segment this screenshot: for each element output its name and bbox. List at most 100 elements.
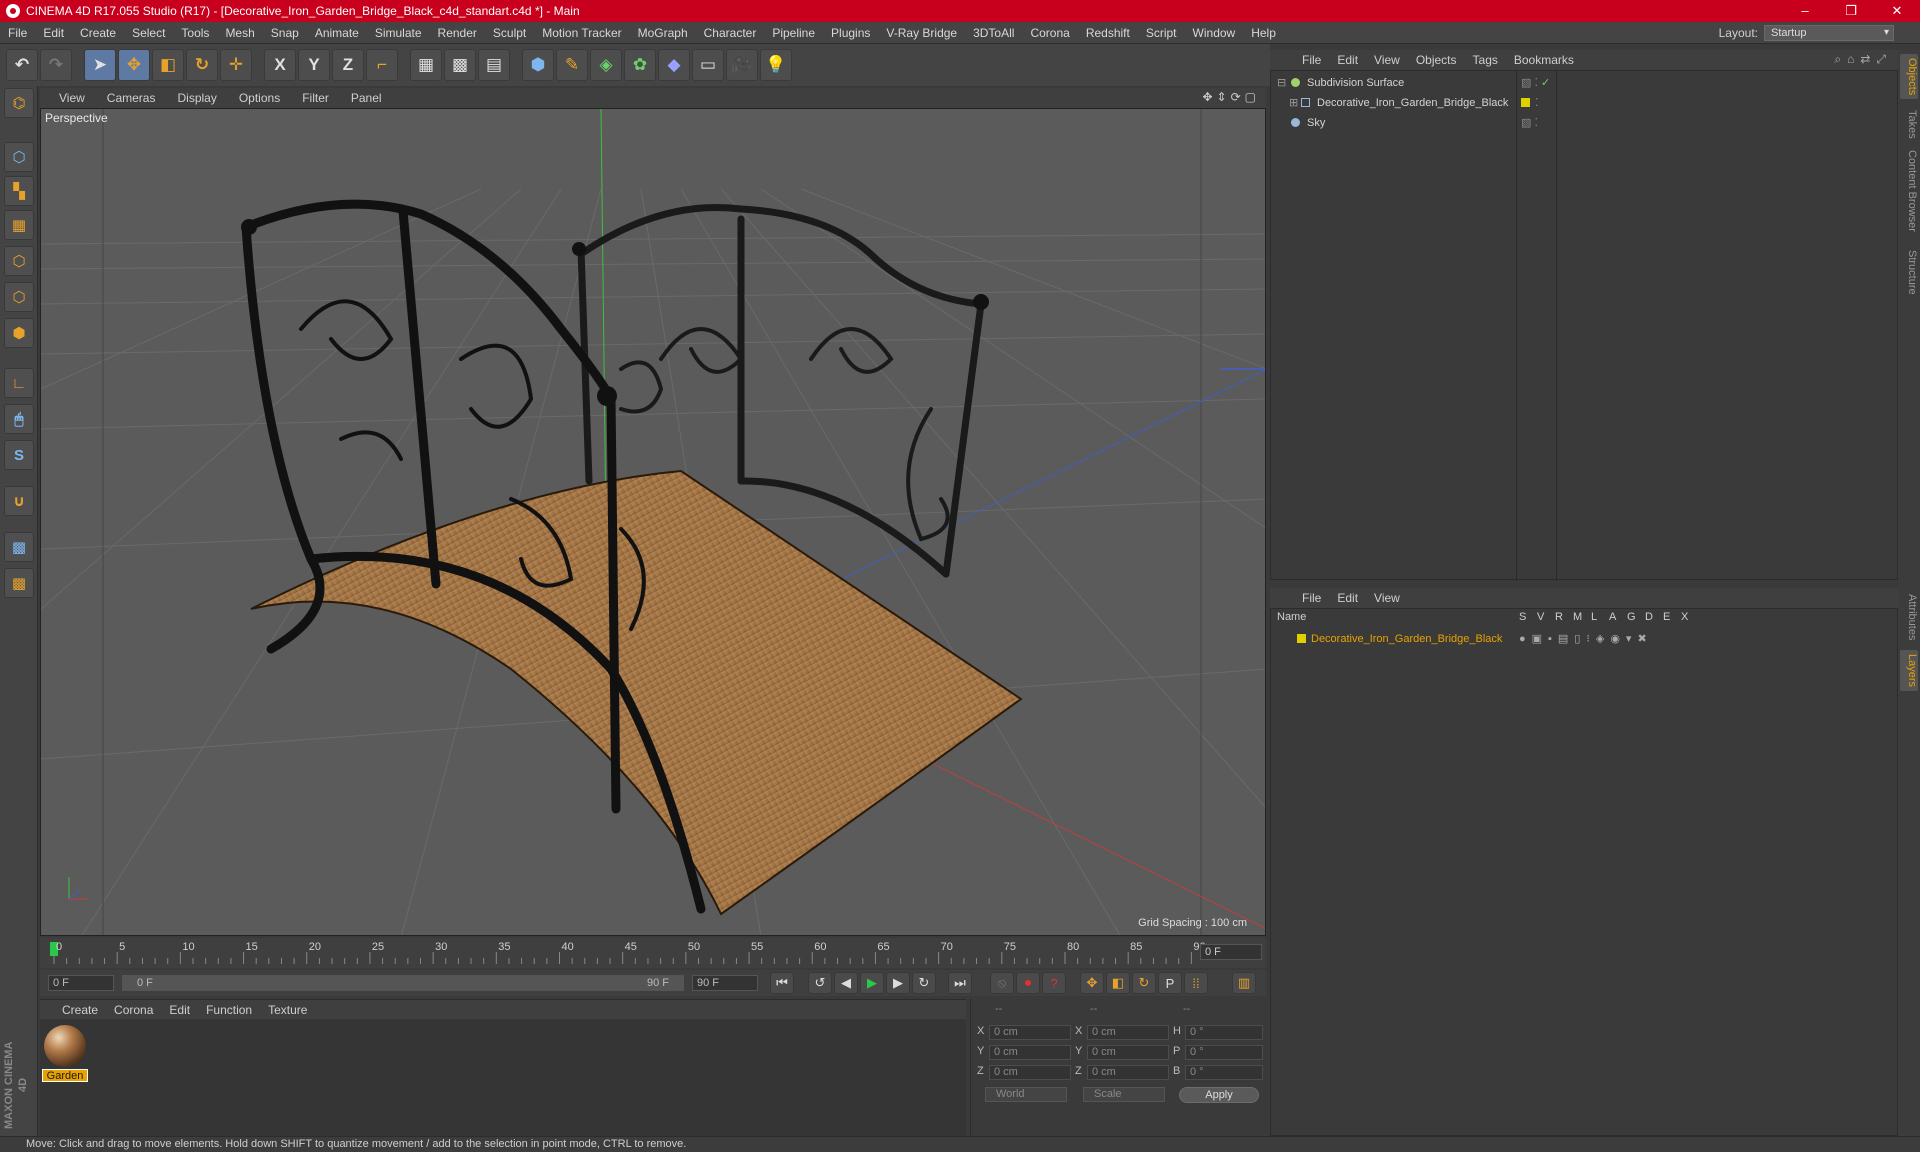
layer-menu-file[interactable]: File [1294, 591, 1329, 605]
material-menu-edit[interactable]: Edit [161, 1003, 198, 1017]
visibility-dots[interactable]: ▧ ⁚ [1521, 113, 1538, 133]
viewport-menu-panel[interactable]: Panel [340, 91, 393, 105]
menu-mesh[interactable]: Mesh [217, 22, 262, 44]
menu-pipeline[interactable]: Pipeline [764, 22, 823, 44]
material-preview-sphere[interactable] [44, 1025, 86, 1067]
key-rotation-icon[interactable]: ↻ [1132, 972, 1156, 994]
menu-corona[interactable]: Corona [1022, 22, 1077, 44]
layer-menu-view[interactable]: View [1366, 591, 1408, 605]
coordinate-system-icon[interactable]: ⌐ [366, 49, 398, 81]
menu-vray-bridge[interactable]: V-Ray Bridge [878, 22, 965, 44]
menu-tools[interactable]: Tools [173, 22, 217, 44]
next-key-icon[interactable]: ↻ [912, 972, 936, 994]
render-settings-icon[interactable]: ▤ [478, 49, 510, 81]
position-y-field[interactable]: 0 cm [989, 1045, 1071, 1060]
layer-col-generators[interactable]: G [1627, 611, 1636, 623]
material-menu-function[interactable]: Function [198, 1003, 260, 1017]
menu-animate[interactable]: Animate [307, 22, 367, 44]
tab-takes[interactable]: Takes [1900, 106, 1918, 143]
viewport-menu-options[interactable]: Options [228, 91, 291, 105]
camera-icon[interactable]: 🎥 [726, 49, 758, 81]
object-row-bridge[interactable]: ⊞ Decorative_Iron_Garden_Bridge_Black ⁚ [1271, 93, 1899, 113]
menu-redshift[interactable]: Redshift [1078, 22, 1138, 44]
tab-attributes[interactable]: Attributes [1900, 590, 1918, 644]
layer-col-deformers[interactable]: D [1645, 611, 1653, 623]
goto-end-icon[interactable]: ⏭ [948, 972, 972, 994]
workplane-icon[interactable]: ▦ [4, 210, 34, 240]
nurbs-icon[interactable]: ◈ [590, 49, 622, 81]
obj-menu-edit[interactable]: Edit [1329, 53, 1366, 67]
visibility-dots[interactable]: ▧ ⁚ ✓ [1521, 73, 1550, 93]
prev-frame-icon[interactable]: ◀ [834, 972, 858, 994]
obj-menu-view[interactable]: View [1366, 53, 1408, 67]
timeline-window-icon[interactable]: ▥ [1232, 972, 1256, 994]
menu-select[interactable]: Select [124, 22, 173, 44]
menu-3dtoall[interactable]: 3DToAll [965, 22, 1022, 44]
tab-layers[interactable]: Layers [1900, 650, 1918, 692]
y-axis-icon[interactable]: Y [298, 49, 330, 81]
rotation-b-field[interactable]: 0 ° [1185, 1065, 1263, 1080]
position-x-field[interactable]: 0 cm [989, 1025, 1071, 1040]
size-x-field[interactable]: 0 cm [1087, 1025, 1169, 1040]
viewport-menu-cameras[interactable]: Cameras [96, 91, 167, 105]
render-picture-viewer-icon[interactable]: ▩ [444, 49, 476, 81]
minimize-button[interactable]: – [1782, 0, 1828, 22]
layer-col-manager[interactable]: M [1573, 611, 1582, 623]
timeline-ruler[interactable]: 051015202530354045505560657075808590 0 F [40, 938, 1266, 968]
tab-structure[interactable]: Structure [1900, 246, 1918, 299]
menu-sculpt[interactable]: Sculpt [485, 22, 534, 44]
goto-start-icon[interactable]: ⏮ [770, 972, 794, 994]
menu-plugins[interactable]: Plugins [823, 22, 878, 44]
layout-dropdown[interactable]: Startup [1764, 25, 1894, 41]
select-arrow-icon[interactable]: ➤ [84, 49, 116, 81]
next-frame-icon[interactable]: ▶ [886, 972, 910, 994]
frame-range-slider[interactable]: 0 F 90 F [122, 975, 684, 991]
current-frame-field[interactable]: 0 F [1200, 944, 1262, 960]
move-icon[interactable]: ✥ [118, 49, 150, 81]
position-z-field[interactable]: 0 cm [989, 1065, 1071, 1080]
menu-file[interactable]: File [0, 22, 35, 44]
material-menu-texture[interactable]: Texture [260, 1003, 315, 1017]
size-mode-dropdown[interactable]: Scale [1083, 1087, 1165, 1102]
menu-mograph[interactable]: MoGraph [630, 22, 696, 44]
snap-magnet-icon[interactable]: ∪ [4, 486, 34, 516]
menu-create[interactable]: Create [72, 22, 124, 44]
light-icon[interactable]: 💡 [760, 49, 792, 81]
viewport-label[interactable]: Perspective [45, 111, 108, 125]
redo-icon[interactable]: ↷ [40, 49, 72, 81]
menu-help[interactable]: Help [1243, 22, 1284, 44]
start-frame-field[interactable]: 0 F [48, 975, 114, 991]
obj-menu-bookmarks[interactable]: Bookmarks [1506, 53, 1582, 67]
points-mode-icon[interactable]: ⬡ [4, 246, 34, 276]
layer-col-animation[interactable]: A [1609, 611, 1616, 623]
layer-menu-edit[interactable]: Edit [1329, 591, 1366, 605]
layer-col-visible[interactable]: V [1537, 611, 1544, 623]
layer-row[interactable]: Decorative_Iron_Garden_Bridge_Black ●▣▪▤… [1271, 629, 1899, 649]
keyframe-help-icon[interactable]: ? [1042, 972, 1066, 994]
layer-col-xref[interactable]: X [1681, 611, 1688, 623]
locked-workplane-icon[interactable]: ▩ [4, 532, 34, 562]
key-param-icon[interactable]: P [1158, 972, 1182, 994]
visibility-dots[interactable]: ⁚ [1535, 93, 1539, 113]
menu-render[interactable]: Render [430, 22, 485, 44]
object-row-subdivision[interactable]: ⊟ Subdivision Surface ▧ ⁚ ✓ [1271, 73, 1899, 93]
z-axis-icon[interactable]: Z [332, 49, 364, 81]
menu-edit[interactable]: Edit [35, 22, 72, 44]
deformer-icon[interactable]: ◆ [658, 49, 690, 81]
obj-menu-tags[interactable]: Tags [1465, 53, 1506, 67]
obj-menu-file[interactable]: File [1294, 53, 1329, 67]
render-view-icon[interactable]: ▦ [410, 49, 442, 81]
restore-button[interactable]: ❐ [1828, 0, 1874, 22]
layer-col-locked[interactable]: L [1591, 611, 1597, 623]
layer-col-expressions[interactable]: E [1663, 611, 1670, 623]
menu-simulate[interactable]: Simulate [367, 22, 430, 44]
autokey-icon[interactable]: ⏺ [1016, 972, 1040, 994]
size-z-field[interactable]: 0 cm [1087, 1065, 1169, 1080]
end-frame-field[interactable]: 90 F [692, 975, 758, 991]
make-editable-icon[interactable]: ⌬ [4, 88, 34, 118]
object-row-sky[interactable]: Sky ▧ ⁚ [1271, 113, 1899, 133]
floor-icon[interactable]: ▭ [692, 49, 724, 81]
layer-col-solo[interactable]: S [1519, 611, 1526, 623]
menu-snap[interactable]: Snap [263, 22, 307, 44]
tab-content-browser[interactable]: Content Browser [1900, 146, 1918, 236]
